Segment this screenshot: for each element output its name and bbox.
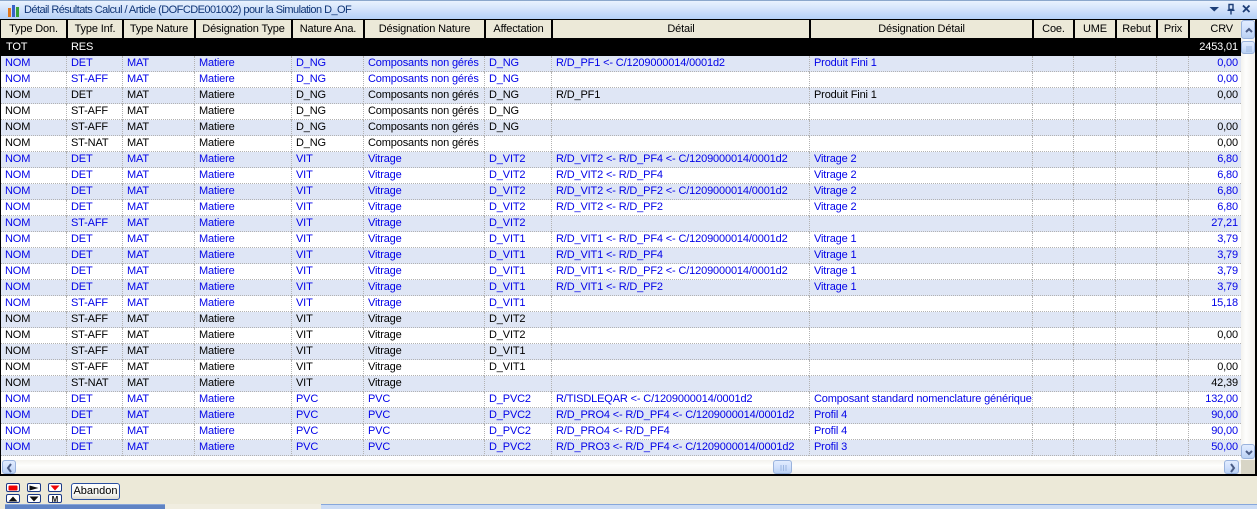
svg-text:M: M <box>52 495 59 503</box>
